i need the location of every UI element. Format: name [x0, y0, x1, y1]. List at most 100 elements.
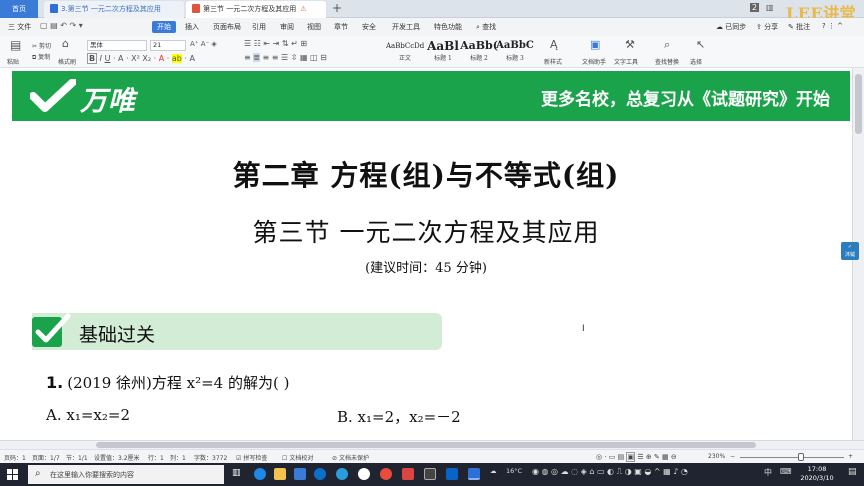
warning-icon: ⚠	[300, 5, 307, 13]
new-tab-button[interactable]: +	[332, 1, 342, 15]
zoom-level[interactable]: 230%	[708, 453, 725, 460]
tab-references[interactable]: 引用	[252, 22, 266, 32]
font-name-select[interactable]: 黑体	[87, 40, 147, 51]
find-replace-button[interactable]: 查找替换	[655, 57, 679, 66]
text-tools-button[interactable]: 文字工具	[614, 57, 638, 66]
protection-status[interactable]: ⊘ 文档未保护	[332, 453, 369, 462]
style-heading-2-label: 标题 2	[470, 55, 488, 62]
new-style-icon[interactable]: Ą	[550, 38, 558, 51]
edge-browser-icon[interactable]	[254, 468, 266, 480]
style-normal[interactable]: AaBbCcDd 正文	[386, 39, 424, 65]
list-icons[interactable]: ☰ ☷ ⇤ ⇥ ⇅ ↵ ⊞	[244, 39, 307, 48]
tab-home-ribbon[interactable]: 开始	[152, 21, 176, 33]
tab-security[interactable]: 安全	[362, 22, 376, 32]
tab-document-1[interactable]: 3.第三节 一元二次方程及其应用	[44, 1, 184, 18]
file-menu[interactable]: 三 文件	[8, 22, 31, 32]
temperature[interactable]: 16°C	[506, 467, 522, 475]
tab-home[interactable]: 首页	[0, 0, 38, 18]
tab-dev-tools[interactable]: 开发工具	[392, 22, 420, 32]
ime-indicator[interactable]: 中	[764, 467, 772, 478]
monitor-icon[interactable]	[424, 468, 436, 480]
zoom-slider-handle[interactable]	[798, 453, 804, 461]
doc-assistant-button[interactable]: 文档助手	[582, 57, 606, 66]
keyboard-icon[interactable]: ⌨	[780, 467, 792, 476]
status-bar: 页码：1 页面：1/7 节：1/1 设置值：3.2厘米 行：1 列：1 字数：3…	[0, 449, 864, 463]
copy-button[interactable]: ⧉ 复制	[32, 52, 50, 62]
format-painter-icon[interactable]: ⌂	[62, 37, 69, 50]
share-button[interactable]: ⇪ 分享	[756, 22, 778, 32]
side-panel-badge-label: 沐钺	[844, 252, 855, 258]
browser-icon[interactable]	[336, 468, 348, 480]
wps-writer-icon[interactable]	[468, 468, 480, 480]
font-size-adjust-icons[interactable]: A⁺ A⁻ ◈	[190, 40, 217, 48]
side-panel-badge[interactable]: ✓ 沐钺	[841, 242, 859, 260]
tab-page-layout[interactable]: 页面布局	[213, 22, 241, 32]
horizontal-scroll-thumb[interactable]	[96, 442, 756, 448]
clock-time: 17:08	[807, 465, 827, 473]
font-style-icons[interactable]: B I U · A · X² X₂ · A · ab · A	[87, 53, 195, 64]
sync-status[interactable]: ☁ 已同步	[716, 22, 746, 32]
wps-office-icon[interactable]	[402, 468, 414, 480]
tab-view[interactable]: 视图	[307, 22, 321, 32]
status-page[interactable]: 页面：1/7	[32, 453, 60, 462]
store-icon[interactable]	[294, 468, 306, 480]
weather-icon[interactable]: ☁	[490, 467, 497, 475]
file-explorer-icon[interactable]	[274, 468, 286, 480]
style-heading-2[interactable]: AaBb(标题 2	[460, 39, 498, 65]
help-icon[interactable]: ? ⋮ ^	[822, 22, 843, 30]
windows-start-icon[interactable]	[7, 469, 18, 480]
tab-document-2-label: 第三节 一元二次方程及其应用	[203, 5, 297, 13]
proofread-button[interactable]: ☐ 文档校对	[282, 453, 313, 462]
scroll-thumb[interactable]	[855, 74, 862, 134]
question-1: 1. (2019 徐州)方程 x²=4 的解为( )	[46, 372, 289, 393]
document-canvas[interactable]: 万唯 更多名校，总复习从《试题研究》开始 第二章 方程(组)与不等式(组) 第三…	[0, 68, 852, 440]
recorder-icon[interactable]	[380, 468, 392, 480]
paste-icon[interactable]: ▤	[10, 38, 21, 52]
tab-special[interactable]: 特色功能	[434, 22, 462, 32]
menu-icon[interactable]: ▥	[766, 3, 774, 12]
notification-icon[interactable]: ▤	[848, 467, 857, 477]
screen-capture-icon[interactable]	[446, 468, 458, 480]
qq-icon[interactable]	[358, 468, 370, 480]
search-command-label: 查找	[482, 23, 497, 31]
new-style-button[interactable]: 新样式	[544, 57, 562, 66]
copy-icon: ⧉	[32, 54, 37, 61]
tab-review[interactable]: 审阅	[280, 22, 294, 32]
system-clock[interactable]: 17:08 2020/3/10	[800, 465, 834, 483]
style-heading-1[interactable]: AaBl 标题 1	[424, 39, 462, 65]
find-replace-icon[interactable]: ⌕	[664, 38, 670, 52]
view-mode-icons[interactable]: ◎ · ▭ ▤ ▣ ☰ ⊕ ✎ ▦ ⊖	[596, 452, 677, 462]
select-cursor-icon[interactable]: ↖	[696, 38, 705, 51]
tab-chapter[interactable]: 章节	[334, 22, 348, 32]
horizontal-scrollbar[interactable]	[0, 440, 864, 449]
select-button[interactable]: 选择	[690, 57, 702, 66]
tray-icons[interactable]: ◉ ◍ ◎ ☁ ◌ ◈ ⌂ ▭ ◐ ⎍ ◑ ▣ ◒ ^ ▦ ♪ ◔	[532, 467, 688, 477]
publisher-banner: 万唯 更多名校，总复习从《试题研究》开始	[12, 71, 850, 121]
quick-access-icons[interactable]: ▢ ▤ ↶ ↷ ▾	[40, 21, 83, 30]
tab-insert[interactable]: 插入	[185, 22, 199, 32]
text-cursor-icon: I	[582, 324, 585, 334]
zoom-in-button[interactable]: +	[848, 453, 853, 460]
app-k-icon[interactable]	[314, 468, 326, 480]
search-command[interactable]: ⌕ 查找	[476, 22, 496, 32]
cut-label: 剪切	[38, 43, 51, 50]
format-painter-button[interactable]: 格式刷	[58, 57, 76, 66]
text-tools-icon[interactable]: ⚒	[625, 38, 635, 51]
spell-check-toggle[interactable]: ☑ 拼写检查	[236, 453, 267, 462]
paste-button[interactable]: 粘贴	[7, 57, 19, 66]
comment-button[interactable]: ✎ 批注	[788, 22, 810, 32]
status-word-count[interactable]: 字数：3772	[194, 453, 227, 462]
zoom-out-button[interactable]: −	[730, 453, 735, 460]
suggested-time: (建议时间：45 分钟)	[365, 261, 487, 276]
font-size-select[interactable]: 21	[150, 40, 186, 51]
taskbar-search-box[interactable]: ⌕ 在这里输入你要搜索的内容	[28, 465, 224, 484]
question-number: 1.	[46, 373, 64, 392]
cut-button[interactable]: ✂ 剪切	[32, 41, 51, 50]
status-page-num[interactable]: 页码：1	[4, 453, 26, 462]
task-view-icon[interactable]: ▥	[232, 468, 244, 480]
align-icons[interactable]: ≡ ≣ ≡ ≡ ☰ ⇳ ▦ ◫ ⊟	[244, 53, 327, 62]
doc-assistant-icon[interactable]: ▣	[590, 38, 600, 51]
style-heading-3[interactable]: AaBbC 标题 3	[496, 39, 534, 65]
zoom-slider[interactable]	[740, 457, 844, 458]
tab-document-2[interactable]: 第三节 一元二次方程及其应用 ⚠	[186, 1, 326, 18]
